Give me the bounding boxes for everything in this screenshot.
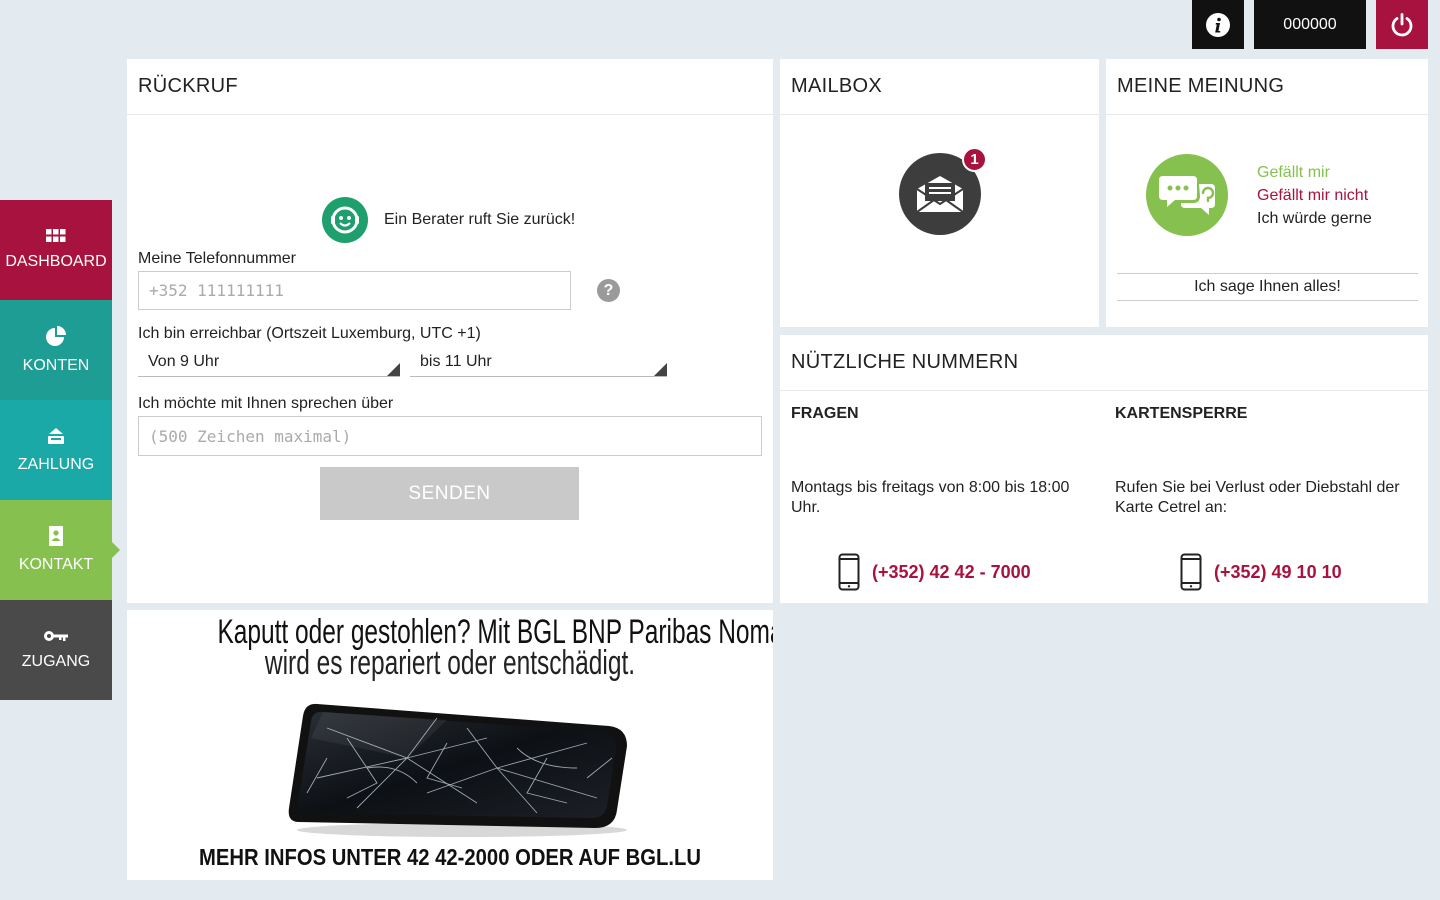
unread-badge: 1 [962,147,987,172]
pie-chart-icon [46,326,66,346]
sidebar-item-zahlung[interactable]: ZAHLUNG [0,400,112,500]
dropdown-arrow-icon [387,363,400,376]
reachable-label: Ich bin erreichbar (Ortszeit Luxemburg, … [138,325,481,342]
logout-button[interactable] [1376,0,1428,49]
ad-footer: MEHR INFOS UNTER 42 42-2000 ODER AUF BGL… [199,844,701,870]
topic-label: Ich möchte mit Ihnen sprechen über [138,395,394,412]
panel-title: MAILBOX [780,59,1099,115]
to-time-select[interactable]: bis 11 Uhr [410,347,667,377]
sidebar-item-zugang[interactable]: ZUGANG [0,600,112,700]
dropdown-arrow-icon [654,363,667,376]
card-block-phone-link[interactable]: (+352) 49 10 10 [1180,553,1342,591]
sidebar-item-kontakt[interactable]: KONTAKT [0,500,120,600]
from-time-select[interactable]: Von 9 Uhr [138,347,400,377]
info-icon [1206,12,1230,37]
panel-title: NÜTZLICHE NUMMERN [780,335,1428,391]
send-button[interactable]: SENDEN [320,467,579,520]
sidebar-item-label: KONTEN [22,357,90,374]
sidebar-item-label: ZAHLUNG [17,456,95,473]
to-time-value: bis 11 Uhr [420,352,492,370]
questions-text: Montags bis freitags von 8:00 bis 18:00 … [791,479,1070,516]
mailbox-button[interactable]: 1 [899,147,987,235]
sidebar-item-konten[interactable]: KONTEN [0,300,112,400]
tell-all-button[interactable]: Ich sage Ihnen alles! [1117,273,1418,301]
help-icon[interactable]: ? [597,279,620,302]
mobile-phone-icon [1180,553,1202,591]
sidebar-item-label: KONTAKT [18,556,94,573]
card-block-text: Rufen Sie bei Verlust oder Diebstahl der… [1115,479,1400,516]
phone-input[interactable] [138,271,571,310]
from-time-value: Von 9 Uhr [148,352,220,370]
advisor-icon [322,197,368,243]
contact-book-icon [49,526,63,546]
nomad-ad-banner[interactable]: Kaputt oder gestohlen? Mit BGL BNP Parib… [127,610,773,880]
panel-title: RÜCKRUF [127,59,773,115]
payment-icon [48,428,64,444]
sidebar-item-label: DASHBOARD [5,253,107,270]
mailbox-panel: MAILBOX 1 [780,59,1099,327]
ad-subline: wird es repariert oder entschädigt. [264,644,636,682]
opinion-panel: MEINE MEINUNG Gefällt mir Gefällt mir ni… [1106,59,1428,327]
sidebar: DASHBOARD KONTEN ZAHLUNG KONTAKT ZUGANG [0,200,120,700]
broken-phone-image [288,703,627,837]
mobile-phone-icon [838,553,860,591]
account-number[interactable]: 000000 [1254,0,1366,49]
top-bar: 000000 [1192,0,1428,49]
sidebar-item-label: ZUGANG [21,653,91,670]
sidebar-item-dashboard[interactable]: DASHBOARD [0,200,112,300]
envelope-icon [916,176,964,213]
questions-phone-number: (+352) 42 42 - 7000 [872,561,1031,582]
info-button[interactable] [1192,0,1244,49]
power-icon [1391,12,1413,36]
questions-phone-link[interactable]: (+352) 42 42 - 7000 [838,553,1031,591]
advisor-info: Ein Berater ruft Sie zurück! [322,197,575,243]
topic-input[interactable] [138,416,762,456]
speech-bubble-circle [1146,154,1228,236]
advisor-text: Ein Berater ruft Sie zurück! [384,211,576,228]
panel-title: MEINE MEINUNG [1106,59,1428,115]
questions-title: FRAGEN [791,405,859,422]
card-block-title: KARTENSPERRE [1115,405,1248,422]
speech-bubbles-icon [1159,176,1215,215]
dislike-option[interactable]: Gefällt mir nicht [1257,184,1372,207]
useful-numbers-panel: NÜTZLICHE NUMMERN FRAGEN Montags bis fre… [780,335,1428,603]
key-icon [44,631,68,641]
opinion-options: Gefällt mir Gefällt mir nicht Ich würde … [1257,161,1372,230]
grid-icon [46,229,66,242]
callback-panel: RÜCKRUF Ein Berater ruft Sie zurück! Mei… [127,59,773,603]
like-option[interactable]: Gefällt mir [1257,161,1372,184]
phone-label: Meine Telefonnummer [138,250,297,267]
card-block-phone-number: (+352) 49 10 10 [1214,561,1342,582]
wish-option[interactable]: Ich würde gerne [1257,207,1372,230]
